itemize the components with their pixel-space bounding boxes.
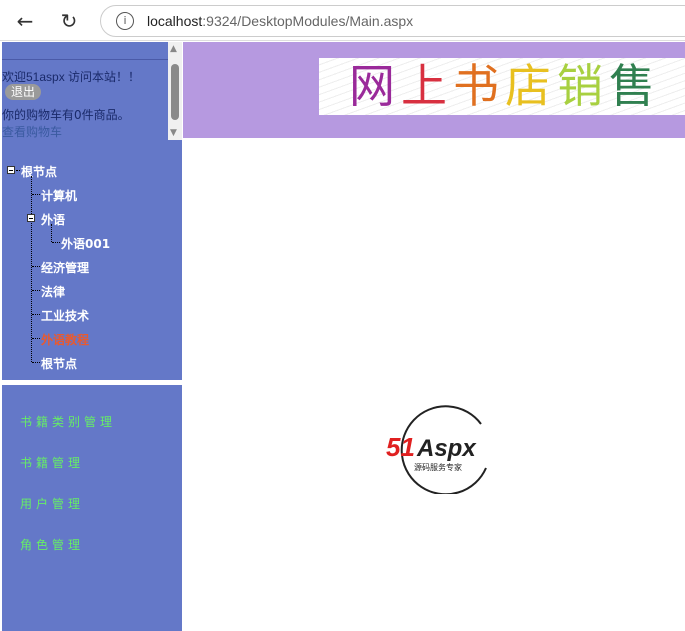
logout-button[interactable]: 退出 bbox=[5, 84, 42, 100]
header-banner: 网上书店销售 bbox=[183, 42, 685, 138]
collapse-icon[interactable] bbox=[7, 166, 15, 174]
browser-toolbar: ← ↻ i localhost:9324/DesktopModules/Main… bbox=[0, 0, 685, 41]
tree-node[interactable]: 根节点 bbox=[41, 355, 77, 372]
tree-node[interactable]: 工业技术 bbox=[41, 307, 89, 324]
login-frame: 欢迎51aspx 访问本站！！ 退出 你的购物车有0件商品。 查看购物车 bbox=[2, 42, 168, 140]
logo-aspx: Aspx bbox=[416, 435, 477, 462]
tree-node[interactable]: 计算机 bbox=[41, 187, 77, 204]
banner-char: 上 bbox=[401, 59, 453, 113]
view-cart-link[interactable]: 查看购物车 bbox=[2, 123, 62, 140]
collapse-icon[interactable] bbox=[27, 214, 35, 222]
menu-role-management[interactable]: 角色管理 bbox=[20, 536, 84, 553]
scroll-up-icon[interactable]: ▲ bbox=[170, 44, 177, 54]
info-icon[interactable]: i bbox=[116, 12, 134, 30]
banner-char: 销 bbox=[557, 59, 609, 113]
banner-char: 网 bbox=[349, 59, 401, 113]
address-bar[interactable]: i localhost:9324/DesktopModules/Main.asp… bbox=[100, 5, 685, 37]
logo-tagline: 源码服务专家 bbox=[414, 462, 462, 472]
sidebar-top: 欢迎51aspx 访问本站！！ 退出 你的购物车有0件商品。 查看购物车 ▲ ▼… bbox=[2, 42, 182, 380]
banner-title-image: 网上书店销售 bbox=[319, 58, 685, 115]
logo-51: 51 bbox=[386, 432, 415, 462]
back-arrow-icon[interactable]: ← bbox=[12, 8, 38, 34]
tree-node[interactable]: 法律 bbox=[41, 283, 65, 300]
tree-node[interactable]: 经济管理 bbox=[41, 259, 89, 276]
tree-node[interactable]: 外语001 bbox=[61, 235, 110, 252]
menu-user-management[interactable]: 用户管理 bbox=[20, 495, 84, 512]
51aspx-logo: 51 Aspx 源码服务专家 bbox=[386, 405, 487, 494]
welcome-text: 欢迎51aspx 访问本站！！ bbox=[2, 70, 141, 84]
tree-node-root[interactable]: 根节点 bbox=[21, 163, 57, 180]
menu-book-management[interactable]: 书籍管理 bbox=[20, 454, 84, 471]
scrollbar[interactable]: ▲ ▼ bbox=[168, 42, 182, 140]
tree-node-selected[interactable]: 外语教程 bbox=[41, 331, 89, 348]
scroll-down-icon[interactable]: ▼ bbox=[170, 128, 177, 138]
cart-status: 你的购物车有0件商品。 bbox=[2, 108, 130, 122]
tree-node[interactable]: 外语 bbox=[41, 211, 65, 228]
reload-icon[interactable]: ↻ bbox=[56, 8, 82, 34]
banner-char: 售 bbox=[609, 59, 661, 113]
menu-category-management[interactable]: 书籍类别管理 bbox=[20, 413, 116, 430]
banner-char: 店 bbox=[505, 59, 557, 113]
url-text: localhost:9324/DesktopModules/Main.aspx bbox=[147, 13, 414, 29]
banner-char: 书 bbox=[453, 59, 505, 113]
admin-menu: 书籍类别管理 书籍管理 用户管理 角色管理 bbox=[2, 385, 182, 631]
